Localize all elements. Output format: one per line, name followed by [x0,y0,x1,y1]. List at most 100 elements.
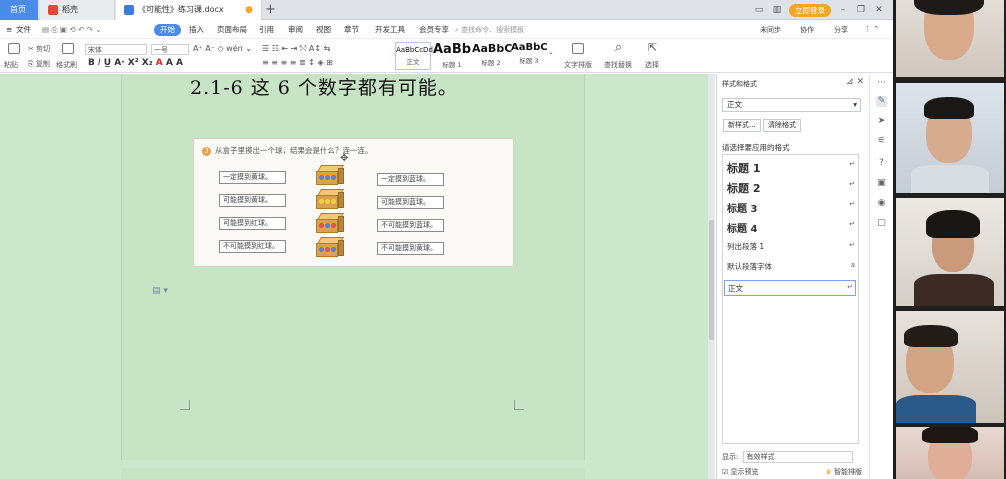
close-icon[interactable]: ✕ [873,5,885,15]
style-list-item[interactable]: 标题 3 ↵ [727,200,857,215]
clear-format-button[interactable]: 清除格式 [763,119,801,132]
bookmark-icon[interactable]: ▢ [876,218,887,229]
collab-button[interactable]: 协作 [800,25,814,35]
pane-pin-close-icons[interactable]: ⊿ ✕ [846,77,864,87]
style-list-item[interactable]: 标题 4 ↵ [727,220,857,235]
cut-button[interactable]: ✂ 剪切 [28,44,50,54]
style-list-item[interactable]: 列出段落 1 ↵ [727,241,857,255]
hamburger-icon[interactable]: ≡ [6,24,12,36]
paste-label[interactable]: 粘贴 [4,60,18,70]
right-label: 可能摸到蓝球。 [377,196,444,209]
minimize-icon[interactable]: – [837,5,849,15]
style-list: 标题 1 ↵ 标题 2 ↵ 标题 3 ↵ 标题 4 ↵ 列出段落 1 ↵ 默认段落字体 a … [722,154,859,444]
style-return-icon: ↵ [849,220,855,228]
font-name-select[interactable]: 宋体 [85,44,147,55]
more-icon[interactable]: ⋯ [876,78,887,89]
new-style-button[interactable]: 新样式... [723,119,761,132]
more-icon[interactable]: ⋮ ⌃ [864,25,879,33]
style-heading3[interactable]: AaBbC 标题 3 [511,42,548,65]
left-label: 可能摸到黄球。 [219,194,286,207]
right-label: 不可能摸到黄球。 [377,242,444,255]
style-heading2[interactable]: AaBbC 标题 2 [472,42,513,67]
show-filter[interactable]: 显示: 有效样式 [722,451,853,463]
preview-checkbox[interactable]: ☑ 显示预览 [722,467,759,477]
menu-view[interactable]: 视图 [316,24,331,36]
current-style-select[interactable]: 正文 ▾ [722,98,861,112]
document-canvas[interactable]: 2.1-6 这 6 个数字都有可能。 3 从盒子里摸出一个球，结果会是什么？连一连… [0,74,715,479]
style-list-item[interactable]: 标题 1 ↵ [727,160,857,175]
menu-page-layout[interactable]: 页面布局 [217,24,247,36]
login-button[interactable]: 立即登录 [789,3,831,17]
menu-chapter[interactable]: 章节 [344,24,359,36]
sync-status[interactable]: 未同步 [760,25,781,35]
question-number-badge: 3 [202,147,211,156]
settings-sliders-icon[interactable]: ⚟ [876,136,887,147]
styles-pane: 样式和格式 ⊿ ✕ 正文 ▾ 新样式... 清除格式 请选择要应用的格式 标题 1… [716,74,868,479]
styles-pen-icon[interactable]: ✎ [876,96,887,107]
help-icon[interactable]: ? [876,158,887,169]
style-char-icon: a [850,261,855,269]
unsaved-dot-icon: ● [245,5,253,15]
style-list-item[interactable]: 标题 2 ↵ [727,180,857,195]
style-gallery-more-icon[interactable]: ⌄ [548,48,554,56]
command-search[interactable]: ⌕ 查找命令、搜索模板 [455,25,524,35]
toolbar-quick-icons[interactable]: ▤ ⎙ ▣ ⟲ ↶ ↷ ⌄ [42,24,102,36]
find-replace-icon[interactable]: ⌕ [615,40,622,55]
tab-daoke[interactable]: 稻壳 [40,0,115,20]
tab-home[interactable]: 首页 [0,0,38,20]
tab-daoke-label: 稻壳 [62,5,78,14]
menu-member[interactable]: 会员专享 [419,24,449,36]
text-layout-label[interactable]: 文字排版 [564,60,592,70]
layout-toggle-icon[interactable]: ▭ [753,5,765,15]
style-heading3-label: 标题 3 [519,57,539,65]
right-label: 不可能摸到蓝球。 [377,219,444,232]
style-list-item-selected[interactable]: 正文 ↵ [724,280,856,296]
format-painter-icon[interactable] [62,43,74,54]
restore-icon[interactable]: ❐ [855,5,867,15]
participant-shirt [896,395,976,423]
menu-file[interactable]: 文件 [16,24,31,36]
style-list-item[interactable]: 默认段落字体 a [727,261,857,275]
font-size-select[interactable]: 一号 [151,44,189,55]
tab-document[interactable]: 《可能性》练习课.docx ● [116,0,262,20]
scrollbar-thumb[interactable] [709,220,714,340]
paste-icon[interactable] [8,43,20,54]
copy-button[interactable]: ⎘ 复制 [28,59,50,69]
styles-pane-title: 样式和格式 [722,80,757,88]
select-arrow-icon[interactable]: ⇱ [648,41,657,54]
menu-start[interactable]: 开始 [154,24,181,36]
new-tab-plus-icon[interactable]: + [265,0,276,20]
menu-references[interactable]: 引用 [259,24,274,36]
question-text: 从盒子里摸出一个球，结果会是什么？连一连。 [215,146,373,155]
share-button[interactable]: 分享 [834,25,848,35]
style-heading1[interactable]: AaBb 标题 1 [433,42,471,69]
text-layout-icon[interactable] [572,43,584,54]
ball-box-image [316,164,345,185]
location-icon[interactable]: ◉ [876,198,887,209]
crown-icon: ♛ [825,468,832,476]
style-normal[interactable]: AaBbCcDd 正文 [395,42,433,70]
document-heading: 2.1-6 这 6 个数字都有可能。 [190,77,458,99]
paste-options-icon[interactable]: ▤ ▾ [152,286,168,296]
participant-hair [926,210,980,238]
find-replace-label[interactable]: 查找替换 [604,60,632,70]
pointer-icon[interactable]: ➤ [876,116,887,127]
participant-video [896,0,1004,77]
select-label[interactable]: 选择 [645,60,659,70]
font-tools-icons[interactable]: A⁺ A⁻ ◇ wén ⌄ [193,44,252,53]
paragraph-list-icons[interactable]: ☰ ☷ ⇤ ⇥ ⤲ A↕ ⇆ [262,44,330,54]
tab-document-label: 《可能性》练习课.docx [138,5,224,14]
tab-bar: 首页 稻壳 《可能性》练习课.docx ● + ▭ ▥ 立即登录 – ❐ ✕ [0,0,893,20]
skin-icon[interactable]: ▥ [771,5,783,15]
paragraph-align-icons[interactable]: ≡ ≡ ≡ ≡ ≣ ↕ ◈ ⊞ [262,58,333,67]
menu-developer[interactable]: 开发工具 [375,24,405,36]
font-style-icons[interactable]: B I U̲ A· X² X₂ A A A [88,58,183,68]
style-heading1-label: 标题 1 [442,61,462,69]
image-icon[interactable]: ▣ [876,178,887,189]
style-heading2-preview: AaBbC [472,42,513,55]
format-painter-label[interactable]: 格式刷 [56,60,77,70]
menu-review[interactable]: 审阅 [288,24,303,36]
side-tool-strip: ⋯ ✎ ➤ ⚟ ? ▣ ◉ ▢ [869,74,893,479]
smart-layout-button[interactable]: ♛ 智能排版 [825,467,862,477]
menu-insert[interactable]: 插入 [189,24,204,36]
